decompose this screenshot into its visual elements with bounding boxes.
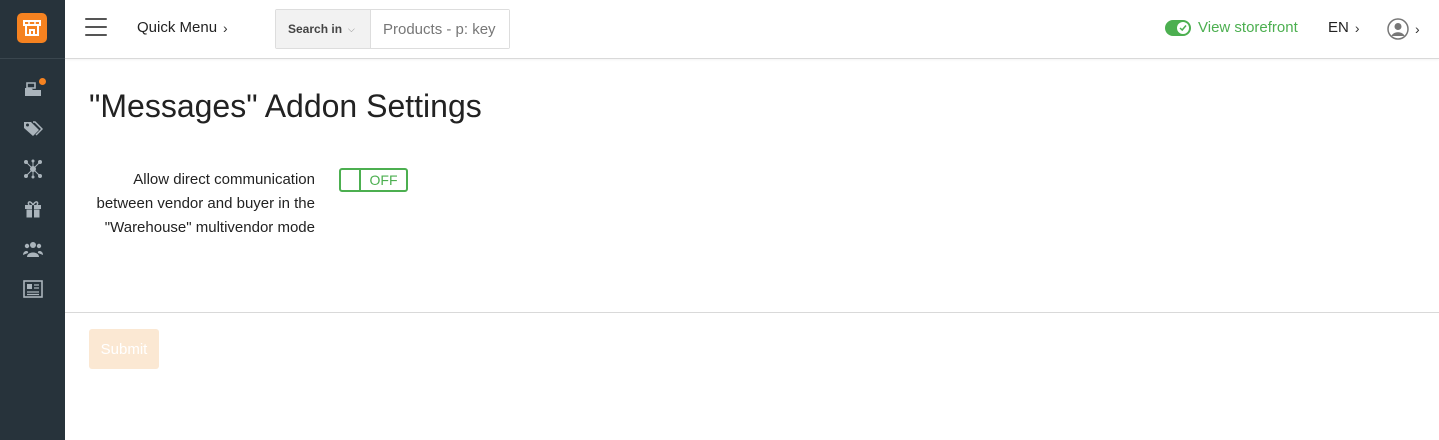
quick-menu-button[interactable]: Quick Menu › (137, 19, 228, 36)
submit-button[interactable]: Submit (89, 329, 159, 369)
search-scope-dropdown[interactable]: Search in ⌵ (276, 10, 371, 48)
storefront-status-toggle-icon (1165, 19, 1191, 36)
chevron-right-icon: › (1354, 19, 1360, 36)
chevron-right-icon: › (223, 19, 228, 36)
sidebar (0, 0, 65, 440)
sidebar-item-marketing[interactable] (20, 158, 46, 180)
search-scope-label: Search in (288, 22, 343, 36)
user-menu-button[interactable]: › (1387, 18, 1420, 40)
chevron-down-icon: ⌵ (348, 23, 355, 34)
footer-divider (65, 312, 1439, 313)
sidebar-item-customers[interactable] (20, 238, 46, 260)
top-header: Quick Menu › Search in ⌵ View storefront… (65, 0, 1439, 59)
toggle-handle (341, 170, 361, 190)
setting-label-direct-communication: Allow direct communication between vendo… (96, 171, 316, 236)
user-avatar-icon (1387, 18, 1409, 40)
sidebar-item-website[interactable] (20, 278, 46, 300)
sidebar-item-orders[interactable] (20, 78, 46, 100)
search-bar: Search in ⌵ (275, 9, 510, 49)
sidebar-divider (0, 58, 65, 59)
tags-icon (24, 121, 43, 136)
news-icon (23, 280, 43, 298)
direct-communication-toggle[interactable]: OFF (339, 168, 408, 192)
sidebar-item-products[interactable] (20, 118, 46, 140)
quick-menu-label: Quick Menu (137, 19, 218, 36)
sidebar-item-promotions[interactable] (20, 198, 46, 220)
users-icon (23, 242, 43, 257)
notification-badge (39, 78, 46, 85)
store-logo-icon[interactable] (17, 13, 47, 43)
storefront-label: View storefront (1198, 19, 1298, 36)
toggle-state-label: OFF (369, 172, 398, 188)
network-icon (24, 159, 42, 179)
view-storefront-link[interactable]: View storefront (1165, 19, 1298, 36)
app-root: Quick Menu › Search in ⌵ View storefront… (0, 0, 1439, 440)
page-title: "Messages" Addon Settings (89, 88, 482, 124)
hamburger-menu-icon[interactable] (85, 18, 107, 38)
language-label: EN (1328, 19, 1349, 36)
language-selector[interactable]: EN › (1328, 19, 1360, 36)
search-input[interactable] (371, 10, 509, 48)
chevron-right-icon: › (1415, 21, 1420, 37)
gift-icon (25, 201, 41, 218)
